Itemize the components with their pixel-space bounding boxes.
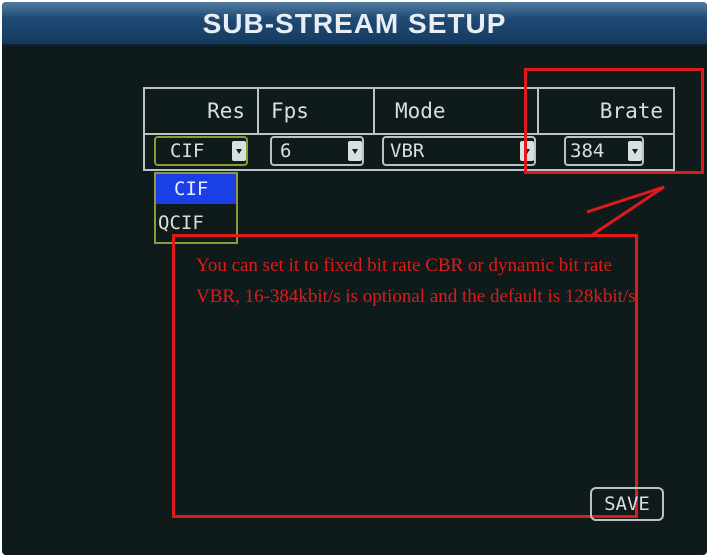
sub-stream-setup-screen: SUB-STREAM SETUP Res Fps Mode Brate CIF … [2,2,707,555]
save-button[interactable]: SAVE [590,487,664,521]
annotation-text: You can set it to fixed bit rate CBR or … [196,255,636,307]
callout-pointer-line [586,185,665,237]
